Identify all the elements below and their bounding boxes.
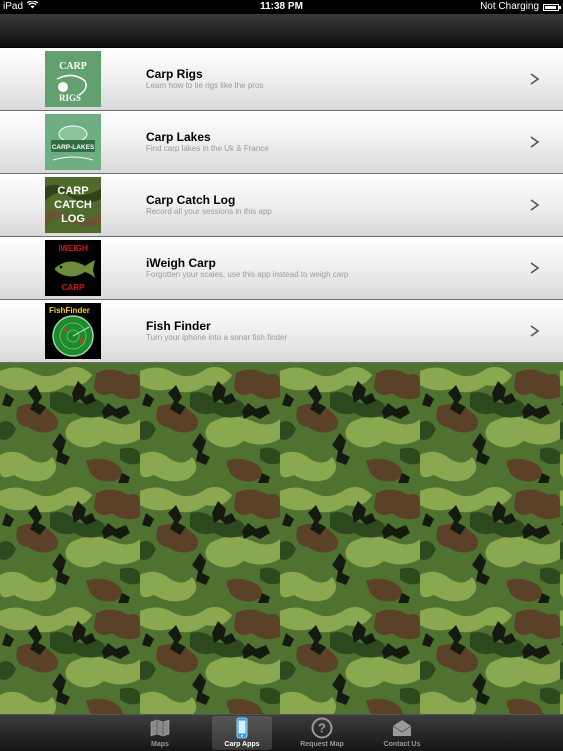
svg-text:?: ? bbox=[318, 721, 326, 736]
thumb-text: FishFinder bbox=[49, 306, 90, 315]
thumb-text: CARP bbox=[59, 61, 87, 72]
carp-rigs-thumbnail: CARP RIGS bbox=[45, 51, 101, 107]
question-icon: ? bbox=[311, 717, 333, 739]
thumb-text: CARP bbox=[62, 283, 85, 292]
carp-lakes-thumbnail: CARP-LAKES bbox=[45, 114, 101, 170]
tab-request-map[interactable]: ? Request Map bbox=[292, 716, 352, 750]
chevron-right-icon bbox=[530, 199, 540, 211]
tab-label: Contact Us bbox=[383, 741, 421, 748]
iweigh-carp-thumbnail: iWEIGH CARP bbox=[45, 240, 101, 296]
camouflage-pattern bbox=[0, 363, 563, 714]
item-title: iWeigh Carp bbox=[146, 256, 216, 270]
item-subtitle: Learn how to tie rigs like the pros bbox=[146, 81, 264, 90]
thumb-text: CARP-LAKES bbox=[52, 144, 95, 151]
tab-maps[interactable]: Maps bbox=[130, 716, 190, 750]
thumb-text: CARP bbox=[57, 185, 88, 197]
navigation-bar bbox=[0, 14, 563, 48]
tab-contact-us[interactable]: Contact Us bbox=[372, 716, 432, 750]
chevron-right-icon bbox=[530, 73, 540, 85]
item-title: Carp Lakes bbox=[146, 130, 211, 144]
item-title: Carp Rigs bbox=[146, 67, 203, 81]
list-item-fish-finder[interactable]: FishFinder Fish Finder Turn your iphone … bbox=[0, 300, 563, 363]
envelope-icon bbox=[392, 720, 412, 736]
thumb-text: LOG bbox=[61, 213, 85, 225]
chevron-right-icon bbox=[530, 136, 540, 148]
item-subtitle: Forgotten your scales, use this app inst… bbox=[146, 270, 349, 279]
map-icon bbox=[150, 719, 170, 737]
status-bar: iPad 11:38 PM Not Charging bbox=[0, 0, 563, 14]
item-subtitle: Find carp lakes in the Uk & France bbox=[146, 144, 269, 153]
tab-label: Maps bbox=[151, 741, 169, 748]
tab-bar: Maps Carp Apps ? Request Map Contact Us bbox=[0, 714, 563, 751]
battery-icon bbox=[543, 3, 561, 11]
list-item-iweigh-carp[interactable]: iWEIGH CARP iWeigh Carp Forgotten your s… bbox=[0, 237, 563, 300]
battery-status: Not Charging bbox=[480, 1, 539, 12]
chevron-right-icon bbox=[530, 262, 540, 274]
item-title: Fish Finder bbox=[146, 319, 211, 333]
list-item-carp-catch-log[interactable]: CARP CATCH LOG Carp Catch Log Record all… bbox=[0, 174, 563, 237]
list-item-carp-lakes[interactable]: CARP-LAKES Carp Lakes Find carp lakes in… bbox=[0, 111, 563, 174]
thumb-text: RIGS bbox=[59, 93, 81, 103]
item-subtitle: Turn your iphone into a sonar fish finde… bbox=[146, 333, 288, 342]
item-title: Carp Catch Log bbox=[146, 193, 236, 207]
fish-finder-thumbnail: FishFinder bbox=[45, 303, 101, 359]
tab-carp-apps[interactable]: Carp Apps bbox=[212, 716, 272, 750]
app-list: CARP RIGS Carp Rigs Learn how to tie rig… bbox=[0, 48, 563, 363]
tab-label: Carp Apps bbox=[224, 741, 260, 748]
tab-label: Request Map bbox=[300, 741, 344, 748]
status-time: 11:38 PM bbox=[260, 1, 303, 12]
phone-icon bbox=[236, 717, 248, 739]
thumb-text: CATCH bbox=[54, 199, 92, 211]
item-subtitle: Record all your sessions in this app bbox=[146, 207, 272, 216]
camouflage-background bbox=[0, 363, 563, 714]
thumb-text: iWEIGH bbox=[58, 244, 88, 253]
chevron-right-icon bbox=[530, 325, 540, 337]
carp-catch-log-thumbnail: CARP CATCH LOG bbox=[45, 177, 101, 233]
list-item-carp-rigs[interactable]: CARP RIGS Carp Rigs Learn how to tie rig… bbox=[0, 48, 563, 111]
